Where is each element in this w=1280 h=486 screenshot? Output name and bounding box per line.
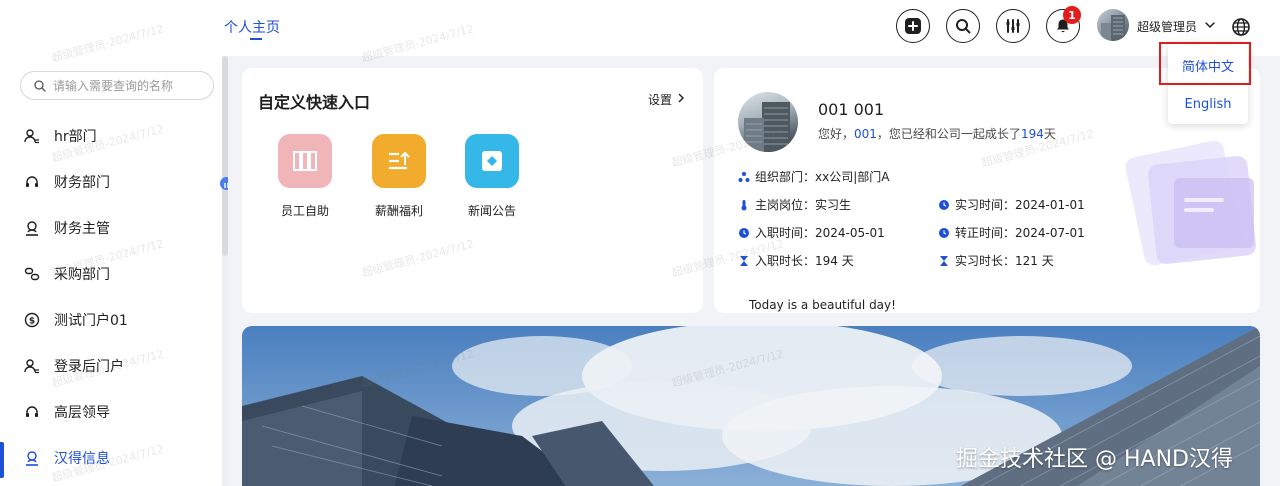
sidebar-item-login-portal[interactable]: 登录后门户 xyxy=(0,346,222,386)
info-department: 组织部门：xx公司|部门A xyxy=(738,168,889,185)
notification-badge: 1 xyxy=(1063,6,1081,24)
sidebar-item-label: 测试门户01 xyxy=(54,313,128,329)
clock-icon xyxy=(939,227,949,238)
add-icon xyxy=(905,18,921,34)
hourglass-icon xyxy=(940,255,948,266)
news-tile[interactable] xyxy=(465,134,519,188)
self-service-tile[interactable] xyxy=(278,134,332,188)
info-position: 主岗岗位：实习生 xyxy=(738,196,851,213)
chevron-down-icon[interactable] xyxy=(1203,18,1217,32)
sidebar-item-hr[interactable]: hr部门 xyxy=(0,116,222,156)
quick-access-label: 员工自助 xyxy=(280,204,329,218)
profile-motto: Today is a beautiful day! xyxy=(749,298,896,312)
sidebar-item-label: 财务部门 xyxy=(54,175,110,191)
link-icon xyxy=(24,267,40,281)
user-badge-icon xyxy=(26,221,38,236)
search-button[interactable] xyxy=(946,9,980,43)
profile-avatar xyxy=(738,92,798,152)
list-arrow-icon xyxy=(389,151,410,170)
sidebar-item-label: hr部门 xyxy=(54,129,97,145)
chevron-right-icon[interactable] xyxy=(676,93,686,103)
sidebar-search-input[interactable] xyxy=(53,78,203,93)
org-icon xyxy=(738,171,750,182)
clock-icon xyxy=(939,199,949,210)
sidebar-item-senior-leaders[interactable]: 高层领导 xyxy=(0,392,222,432)
info-tenure: 入职时长：194 天 xyxy=(738,252,854,269)
sidebar-search[interactable] xyxy=(20,71,214,100)
sidebar-item-finance[interactable]: 财务部门 xyxy=(0,162,222,202)
search-icon xyxy=(956,19,971,34)
sidebar-item-label: 采购部门 xyxy=(54,267,110,283)
quick-access-label: 薪酬福利 xyxy=(374,204,423,218)
thermometer-icon xyxy=(741,199,747,210)
sidebar-item-label: 财务主管 xyxy=(54,221,110,237)
globe-icon[interactable] xyxy=(1231,17,1251,37)
info-intern-duration: 实习时长：121 天 xyxy=(938,252,1054,269)
user-name[interactable]: 超级管理员 xyxy=(1137,18,1197,35)
hourglass-icon xyxy=(740,255,748,266)
sidebar: hr部门 财务部门 财务主管 采购部门 $ 测试门户01 登录后门户 高层领导 … xyxy=(0,56,233,486)
language-option-zh[interactable]: 简体中文 xyxy=(1168,48,1248,82)
dollar-icon: $ xyxy=(24,312,40,328)
sidebar-item-finance-manager[interactable]: 财务主管 xyxy=(0,208,222,248)
add-button[interactable] xyxy=(896,9,930,43)
settings-button[interactable] xyxy=(996,9,1030,43)
active-item-indicator xyxy=(0,442,4,478)
sidebar-item-label: 登录后门户 xyxy=(54,359,124,375)
quick-access-label: 新闻公告 xyxy=(467,204,516,218)
user-group-icon xyxy=(24,359,39,374)
quick-access-settings-link[interactable]: 设置 xyxy=(648,91,672,108)
quick-access-title: 自定义快速入口 xyxy=(258,93,371,112)
sidebar-item-label: 高层领导 xyxy=(54,405,110,421)
info-intern-time: 实习时间：2024-01-01 xyxy=(938,196,1085,213)
columns-icon xyxy=(293,151,317,171)
info-join-time: 入职时间：2024-05-01 xyxy=(738,224,885,241)
tab-personal-home[interactable]: 个人主页 xyxy=(224,17,280,37)
top-header: 个人主页 1 超级管理员 xyxy=(0,0,1280,56)
credit-watermark: 掘金技术社区 @ HAND汉得 xyxy=(956,447,1233,472)
user-group-icon xyxy=(24,129,39,144)
news-icon xyxy=(482,151,502,171)
sidebar-item-hand-info[interactable]: 汉得信息 xyxy=(0,438,222,478)
sidebar-item-purchasing[interactable]: 采购部门 xyxy=(0,254,222,294)
search-icon xyxy=(34,79,46,92)
svg-text:$: $ xyxy=(29,317,35,327)
active-tab-indicator xyxy=(250,38,262,40)
headset-icon xyxy=(26,406,38,417)
sidebar-item-test-portal[interactable]: $ 测试门户01 xyxy=(0,300,222,340)
clock-icon xyxy=(739,227,749,238)
settings-sliders-icon xyxy=(1006,19,1020,33)
profile-greeting: 您好，001，您已经和公司一起成长了194天 xyxy=(818,127,1056,141)
info-regular-time: 转正时间：2024-07-01 xyxy=(938,224,1085,241)
language-option-en[interactable]: English xyxy=(1168,87,1248,121)
sidebar-item-label: 汉得信息 xyxy=(54,451,110,467)
language-dropdown: 简体中文 English xyxy=(1168,42,1248,124)
salary-tile[interactable] xyxy=(372,134,426,188)
decorative-illustration xyxy=(1125,140,1256,266)
quick-access-card: 自定义快速入口 设置 员工自助 薪酬福利 新闻公告 xyxy=(242,68,703,313)
headset-icon xyxy=(26,176,38,187)
profile-name: 001 001 xyxy=(818,100,885,119)
user-badge-icon xyxy=(26,451,38,466)
main-content: 自定义快速入口 设置 员工自助 薪酬福利 新闻公告 001 001 您好，001… xyxy=(228,56,1280,486)
user-avatar[interactable] xyxy=(1097,9,1129,41)
